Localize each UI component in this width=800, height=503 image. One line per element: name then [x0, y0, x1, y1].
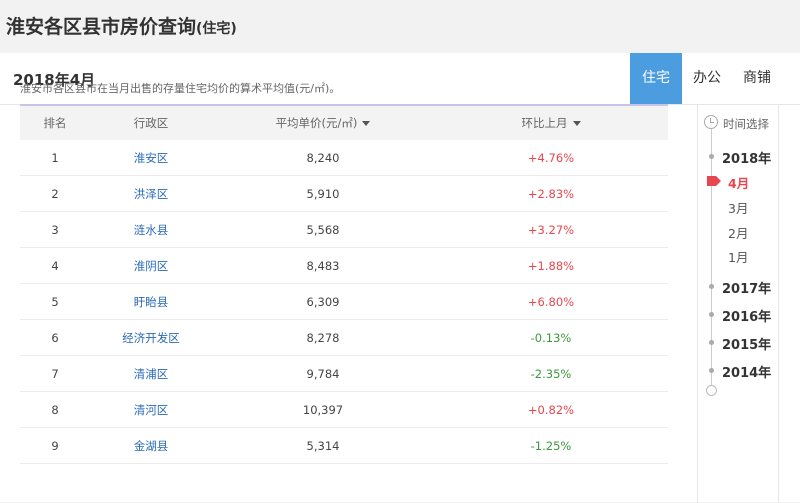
panel-header: 2018年4月 住宅 办公 商铺: [0, 53, 800, 105]
change-cell: +2.83%: [434, 175, 668, 212]
table-row: 4 淮阴区 8,483 +1.88%: [20, 247, 668, 284]
rank-cell: 4: [20, 247, 90, 284]
price-table: 排名 行政区 平均单价(元/㎡) 环比上月 1 淮安区 8,240 +4.76%…: [20, 106, 668, 464]
region-link[interactable]: 金湖县: [90, 427, 212, 464]
col-rank: 排名: [20, 106, 90, 140]
table-row: 8 清河区 10,397 +0.82%: [20, 391, 668, 428]
table-row: 3 涟水县 5,568 +3.27%: [20, 211, 668, 248]
col-region: 行政区: [90, 106, 212, 140]
page-title-suffix: (住宅): [196, 21, 237, 37]
region-link[interactable]: 清浦区: [90, 355, 212, 392]
timeline-month-2[interactable]: 2月: [698, 222, 778, 242]
sort-caret-icon[interactable]: [572, 121, 581, 126]
price-cell: 8,240: [212, 140, 434, 176]
change-cell: -2.35%: [434, 355, 668, 392]
col-price-label[interactable]: 平均单价(元/㎡): [276, 116, 358, 130]
timeline-year-2015[interactable]: 2015年: [698, 333, 778, 353]
rank-cell: 7: [20, 355, 90, 392]
change-cell: -0.13%: [434, 319, 668, 356]
timeline-dot: [709, 154, 714, 159]
table-row: 9 金湖县 5,314 -1.25%: [20, 427, 668, 464]
table-row: 5 盱眙县 6,309 +6.80%: [20, 283, 668, 320]
timeline-year-2016[interactable]: 2016年: [698, 305, 778, 325]
rank-cell: 8: [20, 391, 90, 428]
rank-cell: 2: [20, 175, 90, 212]
change-cell: +4.76%: [434, 140, 668, 176]
tab-residential[interactable]: 住宅: [630, 53, 682, 104]
change-cell: +6.80%: [434, 283, 668, 320]
active-flag-icon: [707, 176, 721, 186]
year-label[interactable]: 2015年: [722, 334, 771, 353]
table-row: 7 清浦区 9,784 -2.35%: [20, 355, 668, 392]
type-tabs: 住宅 办公 商铺: [630, 53, 782, 104]
change-cell: +1.88%: [434, 247, 668, 284]
timeline-dot: [709, 340, 714, 345]
timeline-year-2014[interactable]: 2014年: [698, 361, 778, 381]
rank-cell: 5: [20, 283, 90, 320]
col-region-label: 行政区: [133, 116, 169, 130]
clock-icon: [704, 115, 718, 129]
region-link[interactable]: 清河区: [90, 391, 212, 428]
table-row: 6 经济开发区 8,278 -0.13%: [20, 319, 668, 356]
table-row: 2 洪泽区 5,910 +2.83%: [20, 175, 668, 212]
col-change[interactable]: 环比上月: [434, 106, 668, 140]
rank-cell: 9: [20, 427, 90, 464]
price-cell: 10,397: [212, 391, 434, 428]
year-label[interactable]: 2017年: [722, 278, 771, 297]
timeline-month-4[interactable]: 4月: [698, 172, 778, 192]
year-label[interactable]: 2016年: [722, 306, 771, 325]
region-link[interactable]: 淮安区: [90, 140, 212, 176]
region-link[interactable]: 经济开发区: [90, 319, 212, 356]
price-cell: 5,910: [212, 175, 434, 212]
month-label[interactable]: 1月: [728, 247, 748, 266]
rank-cell: 6: [20, 319, 90, 356]
region-link[interactable]: 淮阴区: [90, 247, 212, 284]
timeline-month-3[interactable]: 3月: [698, 197, 778, 217]
col-rank-label: 排名: [43, 116, 67, 130]
price-cell: 9,784: [212, 355, 434, 392]
year-label[interactable]: 2014年: [722, 362, 771, 381]
region-link[interactable]: 涟水县: [90, 211, 212, 248]
description-note: 淮安市各区县市在当月出售的存量住宅均价的算术平均值(元/㎡)。: [20, 82, 341, 95]
rank-cell: 1: [20, 140, 90, 176]
month-label[interactable]: 4月: [728, 173, 749, 192]
change-cell: -1.25%: [434, 427, 668, 464]
timeline-month-1[interactable]: 1月: [698, 246, 778, 266]
month-label[interactable]: 3月: [728, 198, 748, 217]
change-cell: +0.82%: [434, 391, 668, 428]
time-selector-title: 时间选择: [723, 117, 769, 131]
price-cell: 5,568: [212, 211, 434, 248]
col-change-label[interactable]: 环比上月: [522, 116, 568, 130]
month-label[interactable]: 2月: [728, 223, 748, 242]
price-cell: 8,278: [212, 319, 434, 356]
time-selector: 时间选择 2018年 4月 3月 2月 1月 2017年 2016年 2015年…: [697, 104, 779, 503]
change-cell: +3.27%: [434, 211, 668, 248]
price-table-wrapper: 排名 行政区 平均单价(元/㎡) 环比上月 1 淮安区 8,240 +4.76%…: [20, 104, 668, 464]
price-cell: 8,483: [212, 247, 434, 284]
table-header-row: 排名 行政区 平均单价(元/㎡) 环比上月: [20, 106, 668, 140]
page-title: 淮安各区县市房价查询(住宅): [6, 12, 237, 39]
price-cell: 5,314: [212, 427, 434, 464]
timeline-year-2017[interactable]: 2017年: [698, 277, 778, 297]
price-cell: 6,309: [212, 283, 434, 320]
tab-office[interactable]: 办公: [682, 53, 732, 104]
timeline-dot: [709, 284, 714, 289]
timeline-year-2018[interactable]: 2018年: [698, 147, 778, 167]
timeline-dot: [709, 368, 714, 373]
tab-shop[interactable]: 商铺: [732, 53, 782, 104]
rank-cell: 3: [20, 211, 90, 248]
sort-caret-icon[interactable]: [362, 121, 371, 126]
table-row: 1 淮安区 8,240 +4.76%: [20, 140, 668, 176]
col-price[interactable]: 平均单价(元/㎡): [212, 106, 434, 140]
year-label[interactable]: 2018年: [722, 148, 771, 167]
timeline-end-icon: [706, 385, 717, 396]
region-link[interactable]: 盱眙县: [90, 283, 212, 320]
region-link[interactable]: 洪泽区: [90, 175, 212, 212]
page-title-text: 淮安各区县市房价查询: [6, 16, 197, 38]
timeline-dot: [709, 312, 714, 317]
